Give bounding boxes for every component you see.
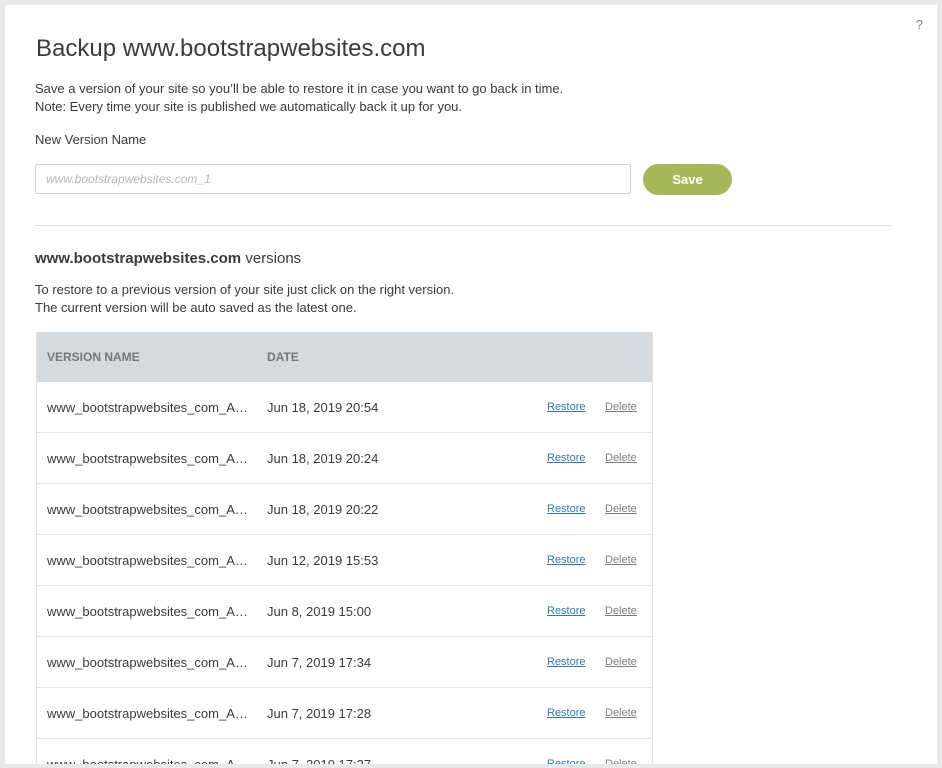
description-line-2: Note: Every time your site is published …	[35, 99, 463, 114]
table-row[interactable]: www_bootstrapwebsites_com_A… Jun 7, 2019 …	[37, 637, 652, 688]
version-name-cell: www_bootstrapwebsites_com_A…	[47, 501, 248, 517]
table-body: www_bootstrapwebsites_com_A… Jun 18, 2019…	[37, 382, 652, 764]
column-header-date: DATE	[267, 350, 299, 364]
delete-link[interactable]: Delete	[605, 401, 637, 413]
delete-link[interactable]: Delete	[605, 503, 637, 515]
new-version-label: New Version Name	[35, 132, 147, 147]
backup-description: Save a version of your site so you’ll be…	[35, 80, 563, 116]
restore-link[interactable]: Restore	[547, 707, 586, 719]
version-date-cell: Jun 7, 2019 17:28	[267, 705, 372, 721]
version-name-cell: www_bootstrapwebsites_com_A…	[47, 399, 248, 415]
restore-link[interactable]: Restore	[547, 758, 586, 764]
versions-desc-line-1: To restore to a previous version of your…	[35, 282, 455, 297]
version-name-cell: www_bootstrapwebsites_com_A…	[47, 756, 248, 765]
table-row[interactable]: www_bootstrapwebsites_com_A… Jun 12, 2019…	[37, 535, 652, 586]
table-row[interactable]: www_bootstrapwebsites_com_A… Jun 7, 2019 …	[37, 688, 652, 739]
table-row[interactable]: www_bootstrapwebsites_com_A… Jun 18, 2019…	[37, 484, 652, 535]
version-name-input[interactable]	[35, 164, 631, 194]
version-name-cell: www_bootstrapwebsites_com_A…	[47, 603, 248, 619]
divider	[35, 225, 892, 226]
delete-link[interactable]: Delete	[605, 452, 637, 464]
versions-site-name: www.bootstrapwebsites.com	[35, 250, 242, 267]
version-name-cell: www_bootstrapwebsites_com_A…	[47, 654, 248, 670]
delete-link[interactable]: Delete	[605, 758, 637, 764]
version-name-cell: www_bootstrapwebsites_com_A…	[47, 705, 248, 721]
version-name-cell: www_bootstrapwebsites_com_A…	[47, 450, 248, 466]
version-date-cell: Jun 7, 2019 17:27	[267, 756, 372, 765]
restore-link[interactable]: Restore	[547, 503, 586, 515]
versions-desc-line-2: The current version will be auto saved a…	[35, 300, 357, 315]
table-row[interactable]: www_bootstrapwebsites_com_A… Jun 18, 2019…	[37, 382, 652, 433]
restore-link[interactable]: Restore	[547, 452, 586, 464]
versions-table: VERSION NAME DATE www_bootstrapwebsites_…	[36, 332, 653, 764]
restore-link[interactable]: Restore	[547, 401, 586, 413]
table-row[interactable]: www_bootstrapwebsites_com_A… Jun 8, 2019 …	[37, 586, 652, 637]
version-date-cell: Jun 8, 2019 15:00	[267, 603, 372, 619]
version-date-cell: Jun 7, 2019 17:34	[267, 654, 372, 670]
delete-link[interactable]: Delete	[605, 707, 637, 719]
restore-link[interactable]: Restore	[547, 554, 586, 566]
versions-description: To restore to a previous version of your…	[35, 281, 454, 317]
version-date-cell: Jun 18, 2019 20:24	[267, 450, 379, 466]
delete-link[interactable]: Delete	[605, 656, 637, 668]
versions-heading-suffix: versions	[241, 250, 302, 267]
version-date-cell: Jun 18, 2019 20:54	[267, 399, 379, 415]
help-button[interactable]: ?	[916, 17, 923, 32]
table-header: VERSION NAME DATE	[37, 332, 652, 382]
restore-link[interactable]: Restore	[547, 656, 586, 668]
table-row[interactable]: www_bootstrapwebsites_com_A… Jun 7, 2019 …	[37, 739, 652, 765]
table-row[interactable]: www_bootstrapwebsites_com_A… Jun 18, 2019…	[37, 433, 652, 484]
description-line-1: Save a version of your site so you’ll be…	[35, 81, 564, 96]
backup-dialog: ? Backup www.bootstrapwebsites.com Save …	[5, 5, 937, 764]
page-title: Backup www.bootstrapwebsites.com	[36, 35, 426, 62]
version-name-cell: www_bootstrapwebsites_com_A…	[47, 552, 248, 568]
version-date-cell: Jun 12, 2019 15:53	[267, 552, 379, 568]
restore-link[interactable]: Restore	[547, 605, 586, 617]
save-button[interactable]: Save	[643, 164, 732, 195]
version-date-cell: Jun 18, 2019 20:22	[267, 501, 379, 517]
delete-link[interactable]: Delete	[605, 605, 637, 617]
column-header-version-name: VERSION NAME	[47, 350, 140, 364]
delete-link[interactable]: Delete	[605, 554, 637, 566]
versions-heading: www.bootstrapwebsites.com versions	[35, 250, 301, 267]
